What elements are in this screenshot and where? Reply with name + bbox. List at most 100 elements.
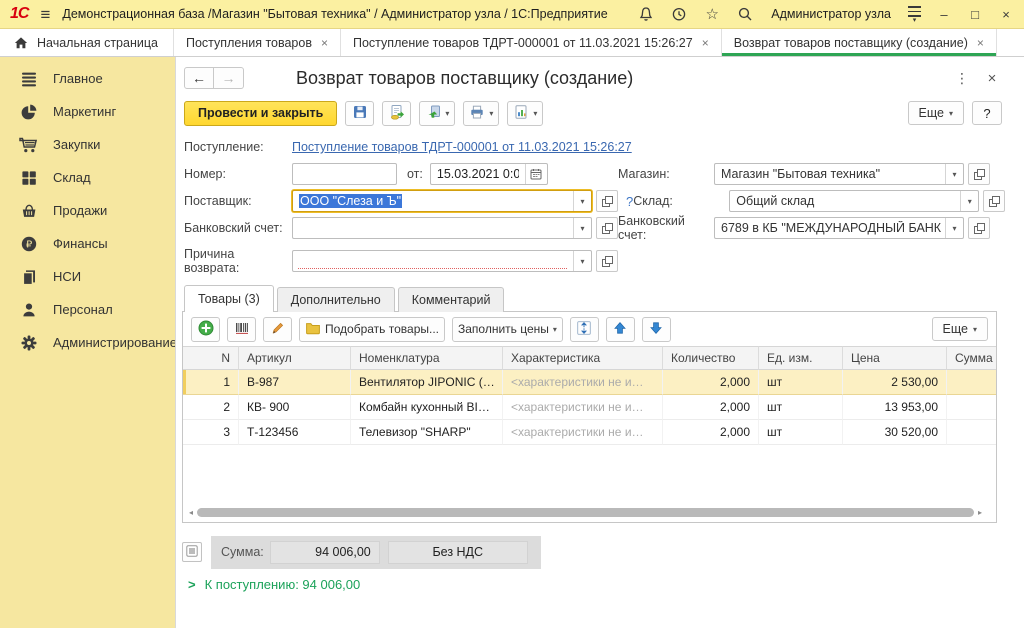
cell-unit[interactable]: шт — [759, 370, 843, 395]
current-user-label[interactable]: Администратор узла — [771, 7, 891, 21]
notifications-bell-icon[interactable] — [637, 5, 655, 23]
edit-row-button[interactable] — [263, 317, 292, 342]
supplier-open-button[interactable] — [596, 190, 618, 212]
date-input[interactable] — [431, 164, 525, 184]
dropdown-caret-icon[interactable]: ▾ — [573, 251, 591, 271]
dropdown-caret-icon[interactable]: ▾ — [960, 191, 978, 211]
tab-additional[interactable]: Дополнительно — [277, 287, 395, 312]
cell-sum[interactable] — [947, 395, 997, 420]
window-maximize-button[interactable]: □ — [967, 7, 983, 22]
warehouse-field[interactable]: Общий склад ▾ — [729, 190, 979, 212]
tab-close-icon[interactable]: × — [977, 36, 984, 50]
tab-close-icon[interactable]: × — [321, 36, 328, 50]
form-menu-dots-icon[interactable]: ⋮ — [954, 70, 970, 87]
sidebar-item-finance[interactable]: ₽ Финансы — [0, 227, 175, 260]
cell-unit[interactable]: шт — [759, 420, 843, 445]
favorites-star-icon[interactable]: ☆ — [703, 5, 721, 23]
tab-comment[interactable]: Комментарий — [398, 287, 505, 312]
main-menu-icon[interactable]: ≡ — [40, 6, 50, 23]
cell-price[interactable]: 2 530,00 — [843, 370, 947, 395]
back-arrow-button[interactable]: ← — [184, 67, 214, 89]
sidebar-item-administration[interactable]: Администрирование — [0, 326, 175, 359]
date-field[interactable] — [430, 163, 548, 185]
sidebar-item-nsi[interactable]: НСИ — [0, 260, 175, 293]
create-based-on-button[interactable]: ▾ — [419, 101, 455, 126]
return-reason-open-button[interactable] — [596, 250, 618, 272]
scroll-left-icon[interactable]: ◂ — [189, 508, 193, 517]
sidebar-item-warehouse[interactable]: Склад — [0, 161, 175, 194]
cell-item[interactable]: Вентилятор JIPONIC (… — [351, 370, 503, 395]
supplier-bank-account-field[interactable]: 6789 в КБ "МЕЖДУНАРОДНЫЙ БАНК РА ▾ — [714, 217, 964, 239]
dropdown-caret-icon[interactable]: ▾ — [945, 218, 963, 238]
tab-goods-receipt-document[interactable]: Поступление товаров ТДРТ-000001 от 11.03… — [341, 29, 722, 56]
cell-article[interactable]: Т-123456 — [239, 420, 351, 445]
reports-button[interactable]: ▾ — [507, 101, 543, 126]
table-row[interactable]: 3 Т-123456 Телевизор "SHARP" <характерис… — [183, 420, 996, 445]
window-close-button[interactable]: × — [998, 7, 1014, 22]
cell-sum[interactable] — [947, 370, 997, 395]
tab-home-page[interactable]: Начальная страница — [0, 29, 174, 56]
search-icon[interactable] — [736, 5, 754, 23]
user-menu-icon[interactable]: ▾ — [908, 5, 921, 23]
sidebar-item-marketing[interactable]: Маркетинг — [0, 95, 175, 128]
tab-goods[interactable]: Товары (3) — [184, 285, 274, 312]
totals-settings-button[interactable] — [182, 542, 202, 562]
warehouse-open-button[interactable] — [983, 190, 1005, 212]
forward-arrow-button[interactable]: → — [214, 67, 244, 89]
fill-prices-button[interactable]: Заполнить цены ▾ — [452, 317, 563, 342]
sidebar-item-purchases[interactable]: Закупки — [0, 128, 175, 161]
expand-rows-button[interactable] — [570, 317, 599, 342]
horizontal-scrollbar[interactable]: ◂ ▸ — [189, 507, 982, 518]
window-minimize-button[interactable]: – — [936, 7, 952, 22]
scrollbar-thumb[interactable] — [197, 508, 974, 517]
table-row[interactable]: 1 B-987 Вентилятор JIPONIC (… <характери… — [183, 370, 996, 395]
dropdown-caret-icon[interactable]: ▾ — [573, 218, 591, 238]
dropdown-caret-icon[interactable]: ▾ — [945, 164, 963, 184]
move-row-up-button[interactable] — [606, 317, 635, 342]
help-button[interactable]: ? — [972, 101, 1002, 125]
number-input[interactable] — [293, 164, 396, 184]
cell-price[interactable]: 30 520,00 — [843, 420, 947, 445]
dropdown-caret-icon[interactable]: ▾ — [573, 191, 591, 211]
form-close-icon[interactable]: × — [984, 70, 1000, 87]
cell-characteristic[interactable]: <характеристики не и… — [503, 370, 663, 395]
print-button[interactable]: ▾ — [463, 101, 499, 126]
cell-article[interactable]: B-987 — [239, 370, 351, 395]
tab-return-to-supplier[interactable]: Возврат товаров поставщику (создание) × — [722, 29, 997, 56]
store-field[interactable]: Магазин "Бытовая техника" ▾ — [714, 163, 964, 185]
supplier-field[interactable]: ООО "Слеза и Ъ" ▾ — [292, 190, 592, 212]
cell-quantity[interactable]: 2,000 — [663, 370, 759, 395]
post-and-close-button[interactable]: Провести и закрыть — [184, 101, 337, 126]
supplier-help-icon[interactable]: ? — [626, 194, 633, 209]
history-icon[interactable] — [670, 5, 688, 23]
cell-item[interactable]: Телевизор "SHARP" — [351, 420, 503, 445]
move-row-down-button[interactable] — [642, 317, 671, 342]
sidebar-item-main[interactable]: Главное — [0, 62, 175, 95]
save-button[interactable] — [345, 101, 374, 126]
calendar-icon[interactable] — [525, 164, 547, 184]
cell-article[interactable]: КВ- 900 — [239, 395, 351, 420]
pick-goods-button[interactable]: Подобрать товары... — [299, 317, 445, 342]
table-row[interactable]: 2 КВ- 900 Комбайн кухонный BI… <характер… — [183, 395, 996, 420]
sidebar-item-sales[interactable]: Продажи — [0, 194, 175, 227]
cell-characteristic[interactable]: <характеристики не и… — [503, 395, 663, 420]
cell-unit[interactable]: шт — [759, 395, 843, 420]
table-more-button[interactable]: Еще ▾ — [932, 317, 988, 341]
receipt-document-link[interactable]: Поступление товаров ТДРТ-000001 от 11.03… — [292, 140, 632, 154]
cell-characteristic[interactable]: <характеристики не и… — [503, 420, 663, 445]
supplier-bank-account-open-button[interactable] — [968, 217, 990, 239]
store-open-button[interactable] — [968, 163, 990, 185]
cell-sum[interactable] — [947, 420, 997, 445]
tab-close-icon[interactable]: × — [702, 36, 709, 50]
number-field[interactable] — [292, 163, 397, 185]
cell-item[interactable]: Комбайн кухонный BI… — [351, 395, 503, 420]
scroll-right-icon[interactable]: ▸ — [978, 508, 982, 517]
barcode-scan-button[interactable] — [227, 317, 256, 342]
cell-price[interactable]: 13 953,00 — [843, 395, 947, 420]
return-reason-field[interactable]: ▾ — [292, 250, 592, 272]
sidebar-item-personnel[interactable]: Персонал — [0, 293, 175, 326]
cell-quantity[interactable]: 2,000 — [663, 420, 759, 445]
add-row-button[interactable] — [191, 317, 220, 342]
to-receipt-link[interactable]: > К поступлению: 94 006,00 — [188, 577, 360, 592]
form-more-button[interactable]: Еще ▾ — [908, 101, 964, 125]
